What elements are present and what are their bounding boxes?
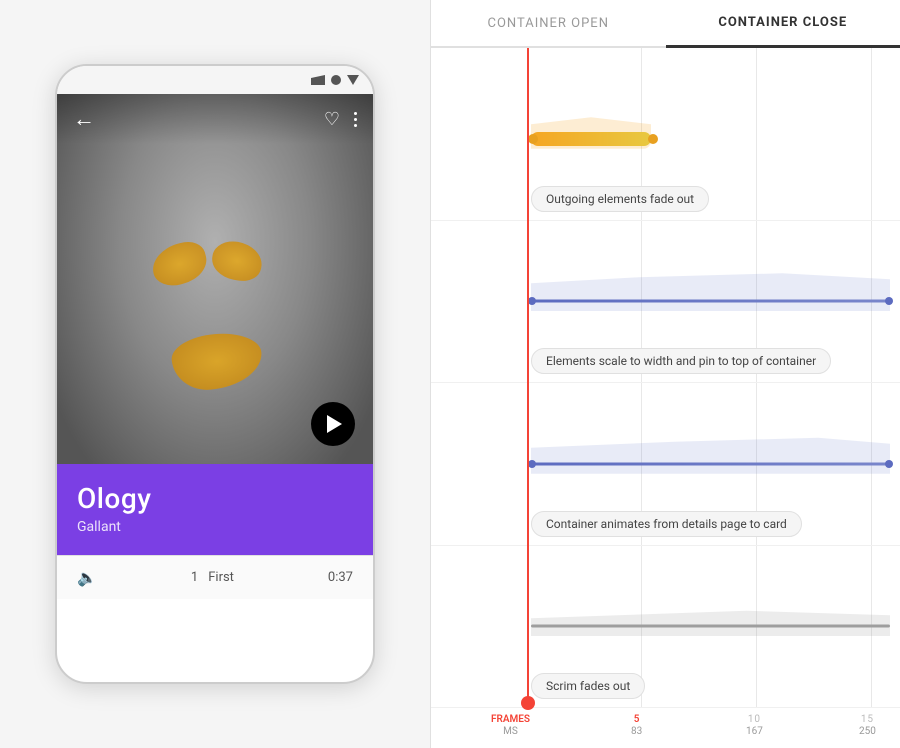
frames-label: FRAMES: [491, 714, 530, 725]
wifi-icon: [331, 75, 341, 85]
bar-row1: [531, 132, 651, 146]
track-info: 1 First: [191, 570, 234, 585]
dot-end-3: [885, 460, 893, 468]
signal-icon: [311, 75, 325, 85]
song-title: Ology: [77, 482, 353, 515]
label-row3: Container animates from details page to …: [531, 511, 802, 537]
axis-ms-83: 83: [631, 726, 642, 737]
axis-tick-15: 15 250: [859, 714, 876, 737]
label-row1: Outgoing elements fade out: [531, 186, 709, 212]
phone-bottom-bar: 🔈 1 First 0:37: [57, 555, 373, 599]
axis-frame-15: 15: [861, 714, 874, 725]
back-button[interactable]: ←: [73, 106, 95, 132]
axis-label-frames: FRAMES MS: [491, 714, 530, 737]
top-actions: ♡: [324, 109, 357, 130]
volume-icon[interactable]: 🔈: [77, 568, 97, 587]
phone-status-bar: [57, 66, 373, 94]
area-row4: [531, 606, 890, 636]
play-button[interactable]: [311, 402, 355, 446]
area-row3: [531, 434, 890, 474]
axis-frame-10: 10: [748, 714, 761, 725]
artist-name: Gallant: [77, 519, 353, 535]
track-time: 0:37: [328, 570, 353, 585]
timeline-area: Outgoing elements fade out Elements scal…: [431, 48, 900, 748]
timeline-axis: FRAMES MS 5 83 10 167 15 250: [431, 708, 900, 748]
battery-icon: [347, 75, 359, 85]
play-icon: [327, 415, 342, 433]
phone-content: ← ♡ Ology: [57, 94, 373, 682]
timeline-rows: Outgoing elements fade out Elements scal…: [431, 58, 900, 708]
dot-end-1: [648, 134, 658, 144]
axis-tick-5: 5 83: [631, 714, 642, 737]
ms-label: MS: [503, 726, 518, 737]
label-row2: Elements scale to width and pin to top o…: [531, 348, 831, 374]
axis-ms-250: 250: [859, 726, 876, 737]
album-top-bar: ← ♡: [57, 94, 373, 144]
left-panel: ← ♡ Ology: [0, 0, 430, 748]
timeline-row-4: Scrim fades out: [431, 546, 900, 709]
more-icon[interactable]: [354, 112, 357, 127]
tab-container-open[interactable]: CONTAINER OPEN: [431, 0, 666, 46]
bar-row3: [531, 462, 890, 465]
music-info-bar: Ology Gallant: [57, 464, 373, 555]
dot-start-1: [528, 134, 538, 144]
timeline-row-2: Elements scale to width and pin to top o…: [431, 221, 900, 384]
heart-icon[interactable]: ♡: [324, 109, 340, 130]
album-art: ← ♡: [57, 94, 373, 464]
area-row2: [531, 271, 890, 311]
track-number: 1: [191, 570, 198, 585]
bar-row2: [531, 300, 890, 303]
label-row4: Scrim fades out: [531, 673, 645, 699]
playhead-line: [527, 48, 529, 708]
tab-container-close[interactable]: CONTAINER CLOSE: [666, 0, 900, 48]
axis-ms-167: 167: [746, 726, 763, 737]
phone-mockup: ← ♡ Ology: [55, 64, 375, 684]
axis-tick-10: 10 167: [746, 714, 763, 737]
axis-frame-5: 5: [634, 714, 640, 725]
bar-row4: [531, 625, 890, 628]
dot-start-3: [528, 460, 536, 468]
track-label: First: [208, 570, 234, 585]
playhead-dot: [521, 696, 535, 710]
dot-start-2: [528, 297, 536, 305]
right-panel: CONTAINER OPEN CONTAINER CLOSE Outgoing …: [430, 0, 900, 748]
timeline-header: CONTAINER OPEN CONTAINER CLOSE: [431, 0, 900, 48]
timeline-row-3: Container animates from details page to …: [431, 383, 900, 546]
dot-end-2: [885, 297, 893, 305]
timeline-row-1: Outgoing elements fade out: [431, 58, 900, 221]
